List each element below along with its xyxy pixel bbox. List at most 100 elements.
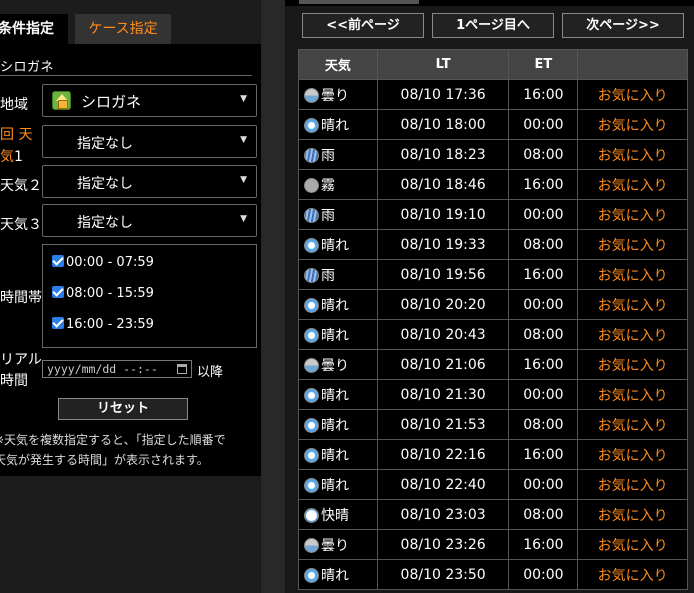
table-row: 曇り 08/10 17:36 16:00 お気に入り: [298, 79, 688, 110]
sunny-icon: [304, 447, 319, 463]
lt-cell: 08/10 22:16: [376, 439, 510, 470]
weather3-label: 天気３: [0, 217, 42, 233]
weather-text: 晴れ: [321, 567, 349, 584]
et-cell: 08:00: [508, 139, 579, 170]
table-row: 晴れ 08/10 20:20 00:00 お気に入り: [298, 289, 688, 320]
favorite-link[interactable]: お気に入り: [577, 349, 688, 380]
et-cell: 00:00: [508, 379, 579, 410]
time-slot-3-label: 16:00 - 23:59: [66, 317, 154, 332]
weather1-label-num: 1: [14, 149, 23, 165]
et-cell: 16:00: [508, 529, 579, 560]
table-row: 晴れ 08/10 22:40 00:00 お気に入り: [298, 469, 688, 500]
calendar-icon[interactable]: [177, 364, 187, 374]
weather1-label-a: 回: [0, 127, 14, 143]
et-cell: 16:00: [508, 79, 579, 110]
favorite-link[interactable]: お気に入り: [577, 469, 688, 500]
time-slot-2[interactable]: 08:00 - 15:59: [52, 286, 154, 301]
favorite-link[interactable]: お気に入り: [577, 109, 688, 140]
et-cell: 00:00: [508, 109, 579, 140]
favorite-link[interactable]: お気に入り: [577, 379, 688, 410]
weather-text: 晴れ: [321, 297, 349, 314]
cloudy-icon: [304, 537, 319, 553]
weather-text: 曇り: [321, 87, 349, 104]
rain-icon: [304, 207, 319, 223]
lt-cell: 08/10 22:40: [376, 469, 510, 500]
weather1-select[interactable]: 指定なし ▼: [42, 125, 257, 158]
table-body: 曇り 08/10 17:36 16:00 お気に入り 晴れ 08/10 18:00 00:0…: [298, 79, 688, 590]
favorite-link[interactable]: お気に入り: [577, 319, 688, 350]
sunny-icon: [304, 117, 319, 133]
weather-cell: 晴れ: [298, 439, 378, 470]
time-slot-box: 00:00 - 07:59 08:00 - 15:59 16:00 - 23:5…: [42, 244, 257, 348]
favorite-link[interactable]: お気に入り: [577, 169, 688, 200]
lt-cell: 08/10 17:36: [376, 79, 510, 110]
weather-cell: 晴れ: [298, 379, 378, 410]
weather3-select[interactable]: 指定なし ▼: [42, 204, 257, 237]
table-row: 晴れ 08/10 20:43 08:00 お気に入り: [298, 319, 688, 350]
weather-text: 快晴: [321, 507, 349, 524]
weather-cell: 晴れ: [298, 409, 378, 440]
weather-cell: 晴れ: [298, 559, 378, 590]
table-row: 雨 08/10 19:56 16:00 お気に入り: [298, 259, 688, 290]
favorite-link[interactable]: お気に入り: [577, 229, 688, 260]
favorite-link[interactable]: お気に入り: [577, 259, 688, 290]
header-lt: LT: [376, 49, 510, 80]
favorite-link[interactable]: お気に入り: [577, 529, 688, 560]
et-cell: 00:00: [508, 469, 579, 500]
weather-text: 晴れ: [321, 327, 349, 344]
condition-form: シロガネ 地域 シロガネ ▼ 回 天 気1 指定なし ▼ 天気２ 指定なし ▼ …: [0, 44, 261, 476]
checkbox-checked-icon[interactable]: [52, 286, 64, 298]
favorite-link[interactable]: お気に入り: [577, 559, 688, 590]
weather-cell: 曇り: [298, 79, 378, 110]
lt-cell: 08/10 23:26: [376, 529, 510, 560]
favorite-link[interactable]: お気に入り: [577, 289, 688, 320]
reset-button[interactable]: リセット: [58, 398, 188, 420]
et-cell: 08:00: [508, 319, 579, 350]
tab-case[interactable]: ケース指定: [75, 14, 171, 44]
next-page-button[interactable]: 次ページ>>: [562, 13, 684, 38]
et-cell: 16:00: [508, 259, 579, 290]
favorite-link[interactable]: お気に入り: [577, 439, 688, 470]
lt-cell: 08/10 18:23: [376, 139, 510, 170]
header-weather: 天気: [298, 49, 378, 80]
prev-page-button[interactable]: <<前ページ: [302, 13, 424, 38]
favorite-link[interactable]: お気に入り: [577, 79, 688, 110]
after-label: 以降: [197, 365, 224, 380]
time-label: 時間帯: [0, 290, 42, 306]
weather3-value: 指定なし: [77, 215, 133, 231]
time-slot-3[interactable]: 16:00 - 23:59: [52, 317, 154, 332]
weather-cell: 快晴: [298, 499, 378, 530]
et-cell: 00:00: [508, 289, 579, 320]
help-note-line2: 天気が発生する時間」が表示されます。: [0, 453, 209, 467]
area-select[interactable]: シロガネ ▼: [42, 84, 257, 117]
chevron-down-icon: ▼: [240, 135, 247, 145]
help-note: ※天気を複数指定すると、「指定した順番で 天気が発生する時間」が表示されます。: [0, 430, 256, 470]
first-page-button[interactable]: 1ページ目へ: [432, 13, 554, 38]
date-placeholder: yyyy/mm/dd --:--: [47, 362, 158, 376]
chevron-down-icon: ▼: [240, 214, 247, 224]
checkbox-checked-icon[interactable]: [52, 317, 64, 329]
header-fav: [577, 49, 688, 80]
sunny-icon: [304, 567, 319, 583]
favorite-link[interactable]: お気に入り: [577, 139, 688, 170]
favorite-link[interactable]: お気に入り: [577, 409, 688, 440]
weather2-select[interactable]: 指定なし ▼: [42, 165, 257, 198]
date-input[interactable]: yyyy/mm/dd --:--: [42, 360, 192, 378]
time-slot-1[interactable]: 00:00 - 07:59: [52, 255, 154, 270]
lt-cell: 08/10 19:33: [376, 229, 510, 260]
chevron-down-icon: ▼: [240, 94, 247, 104]
cloudy-icon: [304, 87, 319, 103]
top-strip: [285, 0, 694, 6]
checkbox-checked-icon[interactable]: [52, 255, 64, 267]
sunny-icon: [304, 297, 319, 313]
weather-cell: 曇り: [298, 349, 378, 380]
et-cell: 08:00: [508, 499, 579, 530]
tab-condition[interactable]: 条件指定: [0, 14, 68, 44]
clear-icon: [304, 507, 319, 523]
favorite-link[interactable]: お気に入り: [577, 499, 688, 530]
weather1-label-row2: 気1: [0, 146, 23, 166]
table-row: 晴れ 08/10 19:33 08:00 お気に入り: [298, 229, 688, 260]
favorite-link[interactable]: お気に入り: [577, 199, 688, 230]
real-time-label-a: リアル: [0, 352, 42, 368]
weather-text: 晴れ: [321, 237, 349, 254]
